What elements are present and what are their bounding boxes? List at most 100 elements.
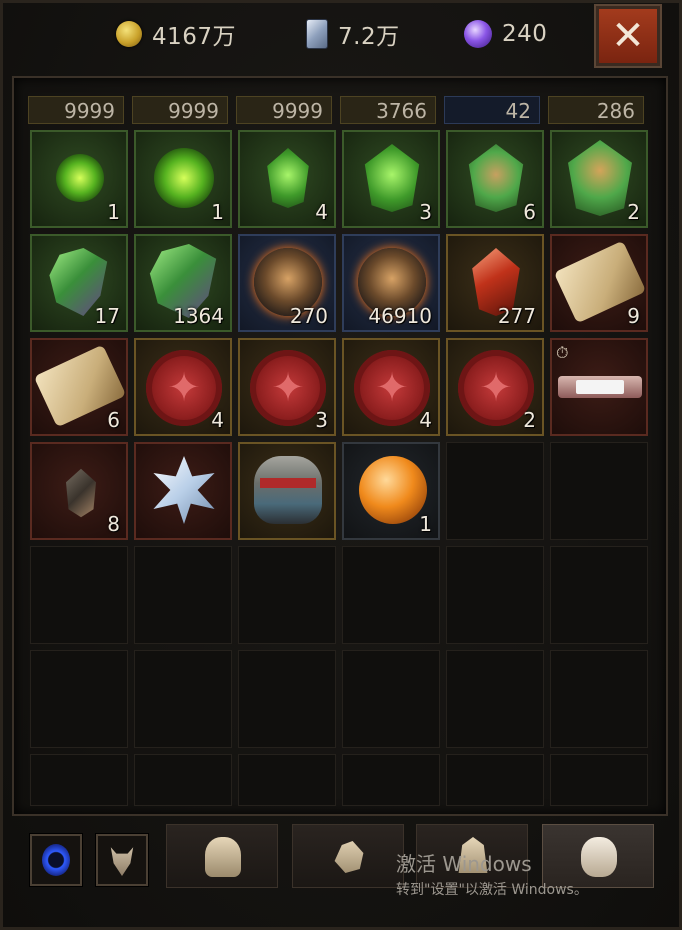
hand-icon xyxy=(334,841,364,873)
item-count: 1 xyxy=(419,512,432,536)
bull-head-icon xyxy=(110,847,134,876)
currency-gold-value: 4167万 xyxy=(152,24,237,50)
inventory-slot[interactable]: 4 xyxy=(342,338,440,436)
empty-slot xyxy=(342,546,440,644)
inventory-slot[interactable]: 8 xyxy=(30,442,128,540)
cloak-tab[interactable] xyxy=(416,824,528,888)
empty-slot xyxy=(550,546,648,644)
item-count: 46910 xyxy=(368,304,432,328)
empty-slot xyxy=(550,754,648,806)
inventory-slot-partial[interactable]: 9999 xyxy=(28,96,124,124)
inventory-slot[interactable] xyxy=(134,442,232,540)
empty-slot xyxy=(134,754,232,806)
inventory-slot[interactable]: ⏱ xyxy=(550,338,648,436)
inventory-slot[interactable]: 2 xyxy=(446,338,544,436)
inventory-slot[interactable]: 3 xyxy=(342,130,440,228)
item-count: 3 xyxy=(315,408,328,432)
item-count: 4 xyxy=(315,200,328,224)
timer-icon: ⏱ xyxy=(556,343,569,362)
item-count: 6 xyxy=(107,408,120,432)
green-orb-icon xyxy=(154,148,214,208)
inventory-slot-partial[interactable]: 286 xyxy=(548,96,644,124)
item-count: 286 xyxy=(596,99,635,123)
item-count: 17 xyxy=(94,304,120,328)
item-count: 9999 xyxy=(168,99,219,123)
currency-orb-value: 240 xyxy=(502,21,548,47)
green-crest-icon xyxy=(468,144,524,212)
helm-mask-icon xyxy=(254,456,322,524)
purple-orb-icon xyxy=(464,20,492,48)
item-count: 6 xyxy=(523,200,536,224)
item-count: 3 xyxy=(419,200,432,224)
currency-crystal: 7.2万 xyxy=(306,14,400,54)
green-rune-large-icon xyxy=(364,144,420,212)
bottom-tab-bar xyxy=(0,820,682,930)
item-count: 4 xyxy=(419,408,432,432)
item-count: 1 xyxy=(211,200,224,224)
item-count: 8 xyxy=(107,512,120,536)
ring-tab[interactable] xyxy=(29,833,83,887)
empty-slot xyxy=(446,754,544,806)
inventory-slot[interactable]: 4 xyxy=(134,338,232,436)
inventory-slot[interactable]: 3 xyxy=(238,338,336,436)
empty-slot xyxy=(446,546,544,644)
currency-orb: 240 xyxy=(464,14,547,54)
inventory-slot[interactable]: 17 xyxy=(30,234,128,332)
inventory-slot[interactable]: 277 xyxy=(446,234,544,332)
cloak-icon xyxy=(458,837,488,873)
helmet-icon xyxy=(205,837,241,877)
timed-banner-icon xyxy=(558,376,642,398)
empty-slot xyxy=(342,650,440,748)
inventory-slot-partial[interactable]: 9999 xyxy=(236,96,332,124)
empty-slot xyxy=(446,442,544,540)
gold-coin-icon xyxy=(116,21,142,47)
inventory-slot[interactable]: 1 xyxy=(342,442,440,540)
item-count: 1 xyxy=(107,200,120,224)
inventory-slot[interactable]: 6 xyxy=(446,130,544,228)
inventory-slot[interactable]: 4 xyxy=(238,130,336,228)
inventory-slot[interactable]: 270 xyxy=(238,234,336,332)
item-count: 277 xyxy=(497,304,536,328)
inventory-slot-partial[interactable]: 9999 xyxy=(132,96,228,124)
empty-slot xyxy=(238,546,336,644)
inventory-slot[interactable]: 9 xyxy=(550,234,648,332)
empty-slot xyxy=(238,650,336,748)
inventory-slot[interactable]: 1 xyxy=(30,130,128,228)
currency-gold: 4167万 xyxy=(116,14,236,54)
close-button[interactable]: ✕ xyxy=(594,4,662,68)
dark-gem-icon xyxy=(66,468,96,518)
inventory-slot[interactable]: 46910 xyxy=(342,234,440,332)
currency-crystal-value: 7.2万 xyxy=(338,24,400,50)
fire-orb-icon xyxy=(359,456,427,524)
close-icon: ✕ xyxy=(611,13,645,59)
inventory-slot[interactable]: 1 xyxy=(134,130,232,228)
crystal-flower-icon xyxy=(153,456,215,524)
item-count: 4 xyxy=(211,408,224,432)
bag-tab[interactable] xyxy=(542,824,654,888)
bull-tab[interactable] xyxy=(95,833,149,887)
green-orb-small-icon xyxy=(56,154,104,202)
item-count: 2 xyxy=(627,200,640,224)
helmet-tab[interactable] xyxy=(166,824,278,888)
item-count: 42 xyxy=(505,99,531,123)
inventory-slot[interactable]: 2 xyxy=(550,130,648,228)
inventory-slot-partial[interactable]: 42 xyxy=(444,96,540,124)
inventory-slot-partial[interactable]: 3766 xyxy=(340,96,436,124)
inventory-slot[interactable]: 1364 xyxy=(134,234,232,332)
item-count: 1364 xyxy=(173,304,224,328)
inventory-slot[interactable] xyxy=(238,442,336,540)
item-count: 9999 xyxy=(64,99,115,123)
item-count: 9999 xyxy=(272,99,323,123)
item-count: 270 xyxy=(289,304,328,328)
empty-slot xyxy=(550,442,648,540)
bag-icon xyxy=(581,837,617,877)
crystal-card-icon xyxy=(306,19,328,49)
partial-row: 9999 9999 9999 3766 42 286 xyxy=(28,96,652,124)
inventory-slot[interactable]: 6 xyxy=(30,338,128,436)
empty-slot xyxy=(30,546,128,644)
item-count: 3766 xyxy=(376,99,427,123)
blue-ring-icon xyxy=(42,844,70,876)
gloves-tab[interactable] xyxy=(292,824,404,888)
empty-slot xyxy=(342,754,440,806)
empty-slot xyxy=(134,546,232,644)
